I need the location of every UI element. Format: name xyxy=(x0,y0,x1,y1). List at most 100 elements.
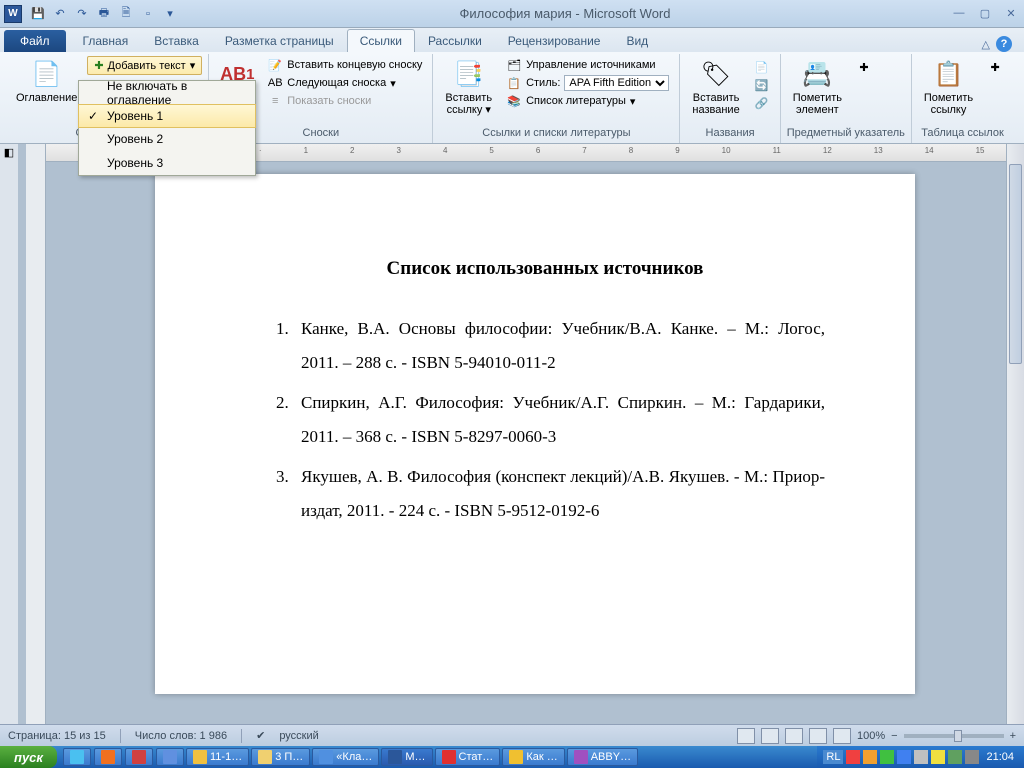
taskbar-item[interactable]: 11-1… xyxy=(186,748,249,766)
tab-file[interactable]: Файл xyxy=(4,30,66,52)
zoom-level[interactable]: 100% xyxy=(857,730,885,742)
quick-launch-icon[interactable] xyxy=(156,748,184,766)
redo-icon[interactable]: ↷ xyxy=(72,4,92,24)
title-bar: W 💾 ↶ ↷ 🖶 🗎 ▫ ▾ Философия мария - Micros… xyxy=(0,0,1024,28)
undo-icon[interactable]: ↶ xyxy=(50,4,70,24)
manage-sources-button[interactable]: 🗂Управление источниками xyxy=(502,56,673,74)
style-row: 📋Стиль: APA Fifth Edition xyxy=(502,74,673,92)
next-footnote-button[interactable]: ABСледующая сноска ▾ xyxy=(263,74,426,92)
tab-review[interactable]: Рецензирование xyxy=(495,29,614,52)
tray-icon[interactable] xyxy=(846,750,860,764)
tray-icon[interactable] xyxy=(931,750,945,764)
status-language[interactable]: русский xyxy=(279,730,318,742)
taskbar-item[interactable]: ABBY… xyxy=(567,748,638,766)
zoom-slider[interactable] xyxy=(904,734,1004,738)
zoom-in-button[interactable]: + xyxy=(1010,730,1016,742)
tray-icon[interactable] xyxy=(914,750,928,764)
help-icon[interactable]: ? xyxy=(996,36,1012,52)
captions-extra-3[interactable]: 🔗 xyxy=(750,94,774,112)
proofing-icon[interactable]: ✔ xyxy=(256,729,265,742)
endnote-icon: 📝 xyxy=(267,57,283,73)
qat-more-icon[interactable]: ▾ xyxy=(160,4,180,24)
tray-icon[interactable] xyxy=(863,750,877,764)
document-area: ◧ 21·1234567891011121314151617 Список ис… xyxy=(0,144,1024,724)
new-doc-icon[interactable]: 🗎 xyxy=(116,4,136,24)
print-icon[interactable]: 🖶 xyxy=(94,4,114,24)
citation-icon: 📑 xyxy=(453,58,485,90)
system-tray: RL 21:04 xyxy=(817,746,1024,768)
next-footnote-icon: AB xyxy=(267,75,283,91)
insert-caption-button[interactable]: 🏷 Вставитьназвание xyxy=(686,56,745,118)
quick-launch-icon[interactable] xyxy=(63,748,91,766)
plus-icon: ✚ xyxy=(94,59,103,72)
menu-item-level1[interactable]: ✓Уровень 1 xyxy=(78,104,256,128)
captions-extra-2[interactable]: 🔄 xyxy=(750,76,774,94)
toc-button[interactable]: 📄 Оглавление xyxy=(10,56,83,106)
index-extra[interactable]: ✚ xyxy=(852,58,876,76)
close-button[interactable]: ✕ xyxy=(1002,7,1020,20)
tab-references[interactable]: Ссылки xyxy=(347,29,415,52)
clock[interactable]: 21:04 xyxy=(982,751,1018,763)
insert-citation-button[interactable]: 📑 Вставитьссылку ▾ xyxy=(439,56,498,118)
captions-extra-1[interactable]: 📄 xyxy=(750,58,774,76)
auth-extra[interactable]: ✚ xyxy=(983,58,1007,76)
mark-entry-button[interactable]: 📇 Пометитьэлемент xyxy=(787,56,848,118)
show-notes-button[interactable]: ≡Показать сноски xyxy=(263,92,426,110)
view-print-layout-button[interactable] xyxy=(737,728,755,744)
tab-layout[interactable]: Разметка страницы xyxy=(212,29,347,52)
list-item: Якушев, А. В. Философия (конспект лекций… xyxy=(293,460,825,528)
bibliography-button[interactable]: 📚Список литературы ▾ xyxy=(502,92,673,110)
tab-insert[interactable]: Вставка xyxy=(141,29,212,52)
view-draft-button[interactable] xyxy=(833,728,851,744)
minimize-button[interactable]: — xyxy=(950,7,968,20)
group-label-captions: Названия xyxy=(686,125,773,141)
scrollbar-thumb[interactable] xyxy=(1009,164,1022,364)
zoom-out-button[interactable]: − xyxy=(891,730,897,742)
minimize-ribbon-icon[interactable]: △ xyxy=(982,38,990,51)
menu-item-level2[interactable]: Уровень 2 xyxy=(79,127,255,151)
tab-view[interactable]: Вид xyxy=(613,29,661,52)
add-text-label: Добавить текст xyxy=(108,60,186,72)
list-item: Канке, В.А. Основы философии: Учебник/В.… xyxy=(293,312,825,380)
taskbar-item[interactable]: Как … xyxy=(502,748,564,766)
qat-icon[interactable]: ▫ xyxy=(138,4,158,24)
zoom-slider-handle[interactable] xyxy=(954,730,962,742)
group-index: 📇 Пометитьэлемент ✚ Предметный указатель xyxy=(781,54,912,143)
mark-citation-button[interactable]: 📋 Пометитьссылку xyxy=(918,56,979,118)
taskbar-item[interactable]: «Кла… xyxy=(312,748,379,766)
caption-icon: 🏷 xyxy=(700,58,732,90)
status-page[interactable]: Страница: 15 из 15 xyxy=(8,730,106,742)
menu-item-level3[interactable]: Уровень 3 xyxy=(79,151,255,175)
tab-home[interactable]: Главная xyxy=(70,29,142,52)
maximize-button[interactable]: ▢ xyxy=(976,7,994,20)
tray-icon[interactable] xyxy=(897,750,911,764)
tray-icon[interactable] xyxy=(948,750,962,764)
quick-launch-icon[interactable] xyxy=(94,748,122,766)
language-indicator[interactable]: RL xyxy=(823,750,843,764)
vertical-ruler[interactable] xyxy=(26,144,46,724)
group-label-citations: Ссылки и списки литературы xyxy=(439,125,673,141)
dropdown-arrow-icon: ▾ xyxy=(190,59,196,72)
left-margin-toggle[interactable]: ◧ xyxy=(0,144,18,724)
add-text-button[interactable]: ✚ Добавить текст ▾ xyxy=(87,56,202,75)
status-wordcount[interactable]: Число слов: 1 986 xyxy=(135,730,227,742)
view-outline-button[interactable] xyxy=(809,728,827,744)
start-button[interactable]: пуск xyxy=(0,746,57,768)
document-page[interactable]: Список использованных источников Канке, … xyxy=(155,174,915,694)
taskbar-item[interactable]: М… xyxy=(381,748,432,766)
view-web-button[interactable] xyxy=(785,728,803,744)
quick-launch-icon[interactable] xyxy=(125,748,153,766)
vertical-scrollbar[interactable] xyxy=(1006,144,1024,724)
tray-icon[interactable] xyxy=(880,750,894,764)
taskbar: пуск 11-1… 3 П… «Кла… М… Стат… Как … ABB… xyxy=(0,746,1024,768)
taskbar-item[interactable]: Стат… xyxy=(435,748,501,766)
caption-label: Вставитьназвание xyxy=(692,92,739,116)
insert-endnote-button[interactable]: 📝Вставить концевую сноску xyxy=(263,56,426,74)
style-select[interactable]: APA Fifth Edition xyxy=(564,75,669,91)
tab-mailings[interactable]: Рассылки xyxy=(415,29,495,52)
menu-item-none[interactable]: Не включать в оглавление xyxy=(79,81,255,105)
tray-icon[interactable] xyxy=(965,750,979,764)
save-icon[interactable]: 💾 xyxy=(28,4,48,24)
view-fullscreen-button[interactable] xyxy=(761,728,779,744)
taskbar-item[interactable]: 3 П… xyxy=(251,748,310,766)
